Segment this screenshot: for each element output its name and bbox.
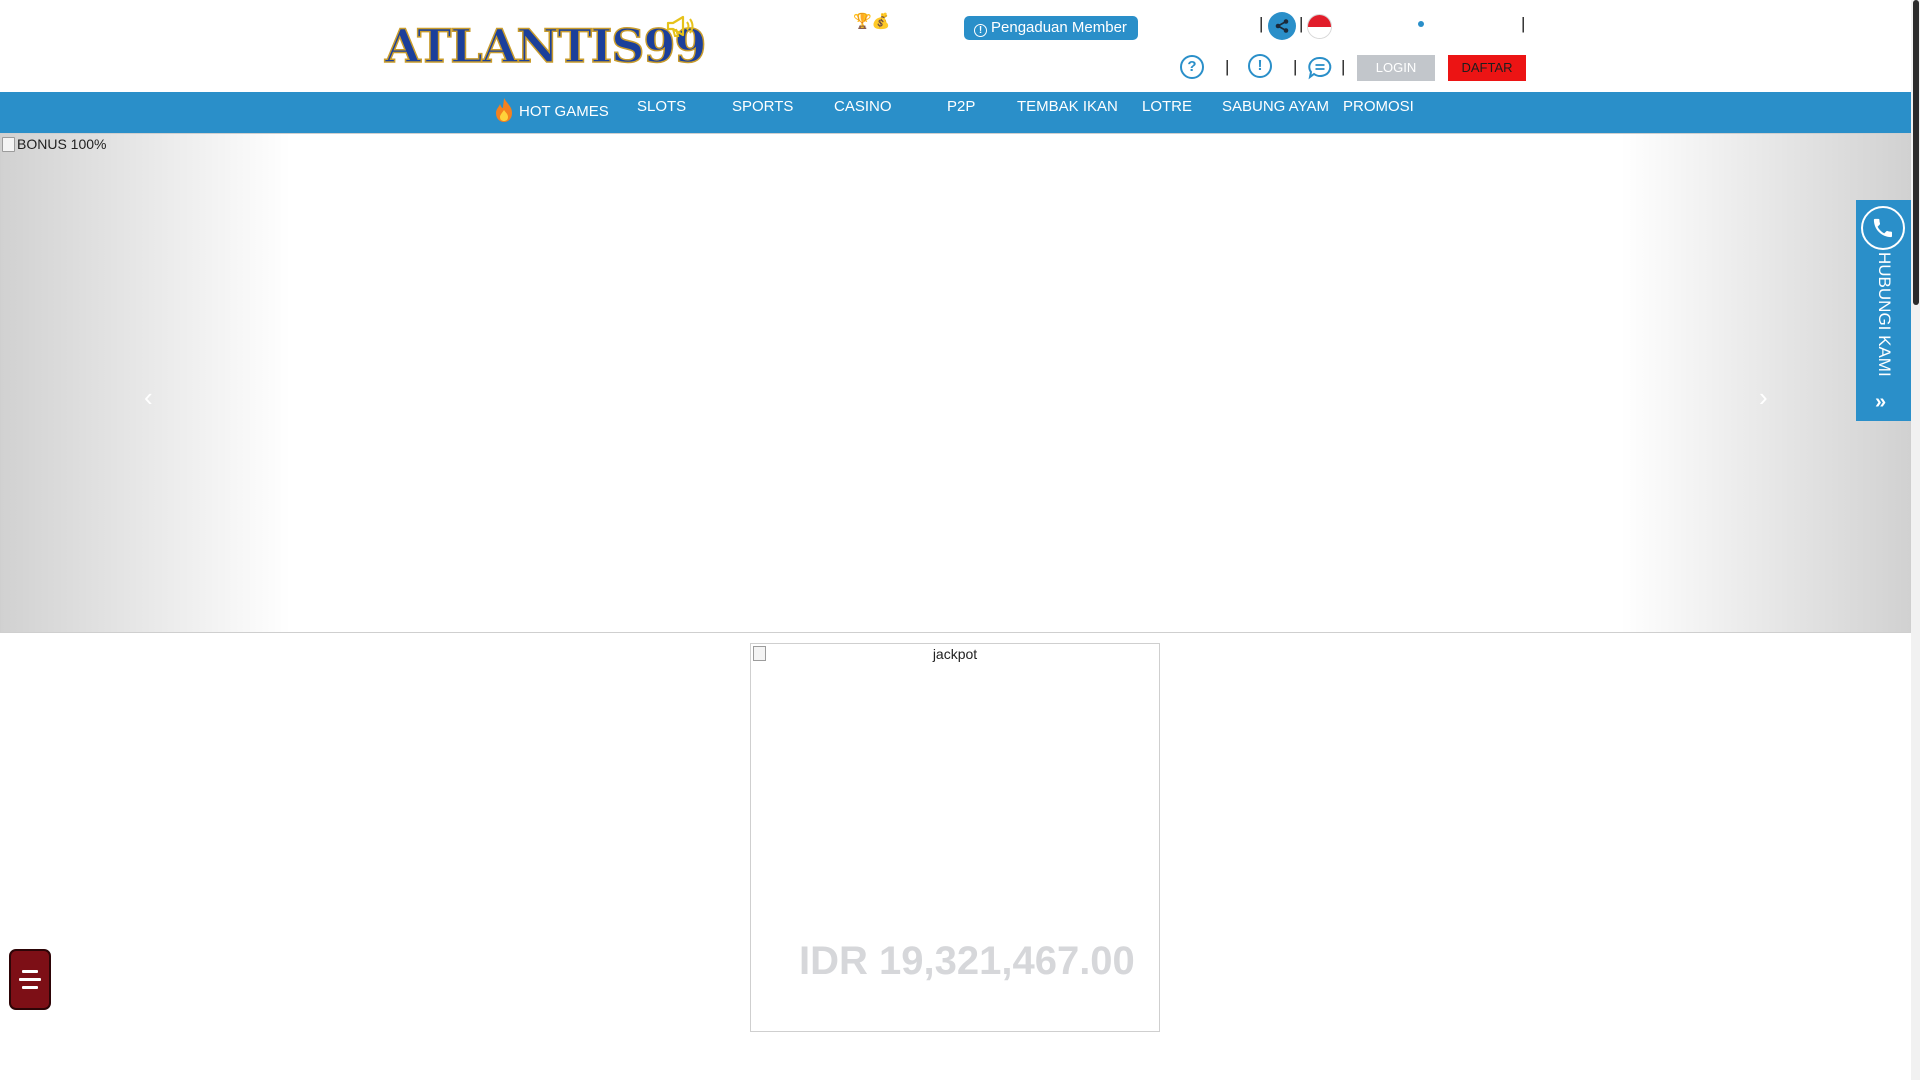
contact-us-label: HUBUNGI KAMI — [1875, 252, 1894, 377]
jackpot-emoji-text: 🏆💰 — [853, 13, 891, 30]
carousel-next-button[interactable]: › — [1759, 382, 1768, 412]
carousel-prev-button[interactable]: ‹ — [144, 382, 153, 412]
megaphone-icon[interactable] — [665, 14, 697, 38]
banner-image: BONUS 100% — [2, 135, 106, 153]
language-indicator-dot — [1418, 21, 1424, 27]
broken-image-icon — [2, 136, 15, 152]
register-button[interactable]: DAFTAR — [1448, 55, 1526, 81]
phone-icon — [1861, 206, 1905, 250]
nav-item-p2p[interactable]: P2P — [947, 96, 975, 118]
nav-item-slots[interactable]: SLOTS — [637, 96, 686, 118]
nav-item-lotre[interactable]: LOTRE — [1142, 96, 1192, 118]
scrollbar-thumb[interactable] — [1913, 0, 1919, 305]
member-complaint-label: Pengaduan Member — [991, 19, 1127, 36]
info-icon: ! — [974, 24, 987, 37]
contact-us-tab[interactable]: HUBUNGI KAMI » — [1856, 200, 1911, 421]
member-complaint-button[interactable]: ! Pengaduan Member — [964, 16, 1138, 40]
nav-item-sports[interactable]: SPORTS — [732, 96, 793, 118]
jackpot-panel: jackpot IDR 19,321,467.00 — [750, 643, 1160, 1032]
menu-icon — [22, 970, 38, 973]
nav-item-tembak-ikan[interactable]: TEMBAK IKAN — [1017, 96, 1118, 118]
broken-image-icon — [753, 646, 766, 661]
menu-icon — [22, 986, 38, 989]
promo-banner-carousel[interactable]: BONUS 100% ‹ › — [0, 133, 1911, 633]
floating-menu-button[interactable] — [9, 949, 51, 1010]
share-icon — [1275, 19, 1289, 33]
login-button[interactable]: LOGIN — [1357, 55, 1435, 81]
nav-item-sabung-ayam[interactable]: SABUNG AYAM — [1222, 96, 1329, 118]
jackpot-amount: IDR 19,321,467.00 — [799, 939, 1135, 983]
share-button[interactable] — [1268, 12, 1296, 40]
site-logo[interactable]: ATLANTIS99 — [384, 19, 707, 73]
help-icon[interactable]: ? — [1180, 55, 1204, 79]
jackpot-image-alt: jackpot — [932, 646, 978, 662]
menu-icon — [19, 978, 41, 981]
nav-label: HOT GAMES — [519, 103, 609, 120]
nav-item-casino[interactable]: CASINO — [834, 96, 892, 118]
nav-item-promosi[interactable]: PROMOSI — [1343, 96, 1414, 118]
separator: | — [1521, 14, 1526, 33]
separator: | — [1341, 57, 1346, 76]
separator: | — [1299, 14, 1304, 33]
chevron-right-icon: » — [1875, 391, 1887, 413]
jackpot-image: jackpot — [751, 645, 1159, 663]
separator: | — [1259, 14, 1264, 33]
logo-text: ATLANTIS99 — [384, 19, 707, 73]
main-nav: HOT GAMES SLOTS SPORTS CASINO P2P TEMBAK… — [0, 92, 1911, 133]
banner-image-alt: BONUS 100% — [17, 136, 107, 152]
nav-hot-games[interactable]: HOT GAMES — [494, 97, 609, 123]
chat-icon[interactable] — [1307, 56, 1333, 80]
fire-icon — [496, 98, 512, 122]
separator: | — [1293, 57, 1298, 76]
header: ATLANTIS99 🏆💰 ! Pengaduan Member | | | ? … — [0, 0, 1911, 92]
indonesia-flag-icon[interactable] — [1307, 14, 1332, 39]
info-icon[interactable]: ! — [1248, 54, 1272, 78]
separator: | — [1225, 57, 1230, 76]
